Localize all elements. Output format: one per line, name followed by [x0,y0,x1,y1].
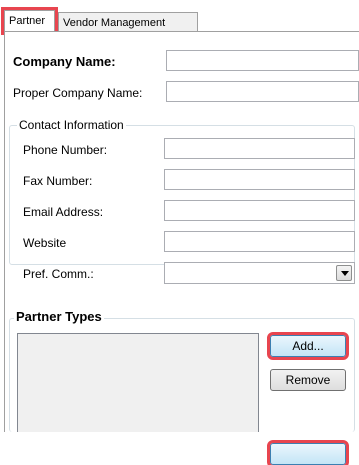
fax-number-label: Fax Number: [23,174,93,188]
chevron-down-icon[interactable] [336,265,352,281]
tab-partner[interactable]: Partner [1,7,58,35]
phone-number-label: Phone Number: [23,143,108,157]
tab-vendor-management[interactable]: Vendor Management [58,12,198,32]
contact-information-title: Contact Information [17,118,126,132]
pref-comm-label: Pref. Comm.: [23,267,94,281]
add-partner-type-button[interactable] [267,440,349,465]
fax-number-field[interactable] [164,169,355,190]
phone-number-field[interactable] [164,138,355,159]
remove-partner-type-button[interactable]: Remove [270,369,346,391]
proper-company-name-field[interactable] [166,81,359,102]
proper-company-name-label: Proper Company Name: [13,86,143,100]
add-partner-type-button[interactable]: Add... [267,332,349,360]
company-name-field[interactable] [166,50,359,71]
website-label: Website [23,236,67,250]
pref-comm-dropdown[interactable] [164,262,355,284]
email-address-label: Email Address: [23,205,104,219]
website-field[interactable] [164,231,355,252]
email-address-field[interactable] [164,200,355,221]
partner-types-list[interactable] [17,333,259,432]
partner-types-title: Partner Types [14,309,104,324]
company-name-label: Company Name: [13,54,116,69]
